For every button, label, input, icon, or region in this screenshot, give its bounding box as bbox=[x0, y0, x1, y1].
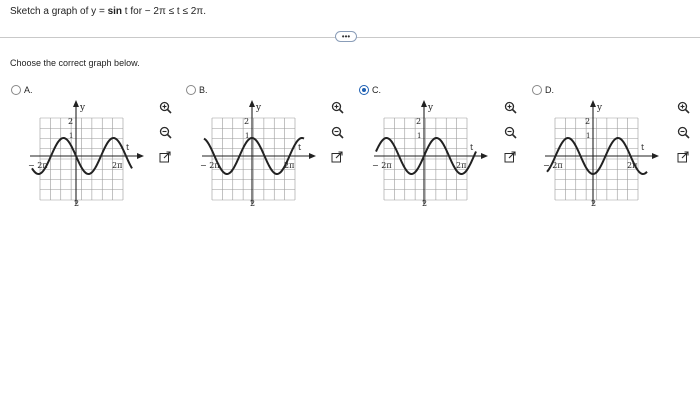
option-a[interactable]: A. bbox=[11, 85, 33, 95]
x-tick-left: − 2π bbox=[28, 161, 48, 170]
y-tick-bottom: 2 bbox=[250, 199, 255, 208]
question-text: Sketch a graph of y = sin t for − 2π ≤ t… bbox=[10, 6, 206, 17]
open-external-icon[interactable] bbox=[158, 150, 172, 164]
option-c-radio[interactable] bbox=[359, 85, 369, 95]
y-tick-top: 2 bbox=[244, 117, 249, 126]
y-tick-one: 1 bbox=[245, 132, 249, 140]
y-tick-one: 1 bbox=[586, 132, 590, 140]
x-axis-arrow bbox=[137, 153, 144, 159]
zoom-out-icon[interactable] bbox=[503, 125, 517, 139]
y-tick-bottom: 2 bbox=[422, 199, 427, 208]
y-tick-top: 2 bbox=[585, 117, 590, 126]
y-axis-arrow bbox=[590, 100, 596, 107]
y-axis-arrow bbox=[421, 100, 427, 107]
x-axis-label: t bbox=[298, 143, 302, 152]
zoom-in-icon[interactable] bbox=[503, 100, 517, 114]
y-tick-one: 1 bbox=[417, 132, 421, 140]
graph-grid bbox=[383, 117, 468, 201]
option-b-graph: y t 2 1 2 − 2π 2π bbox=[200, 100, 316, 208]
y-tick-top: 2 bbox=[416, 117, 421, 126]
y-axis-label: y bbox=[427, 103, 434, 113]
x-axis-label: t bbox=[126, 143, 130, 152]
option-a-radio[interactable] bbox=[11, 85, 21, 95]
zoom-in-icon[interactable] bbox=[158, 100, 172, 114]
option-b[interactable]: B. bbox=[186, 85, 208, 95]
option-c-letter: C. bbox=[372, 85, 381, 95]
prompt-text: Choose the correct graph below. bbox=[10, 58, 140, 68]
question-suffix: t for − 2π ≤ t ≤ 2π. bbox=[122, 6, 206, 17]
zoom-out-icon[interactable] bbox=[676, 125, 690, 139]
x-axis-arrow bbox=[309, 153, 316, 159]
zoom-in-icon[interactable] bbox=[676, 100, 690, 114]
more-button[interactable]: ••• bbox=[335, 31, 357, 42]
y-axis-arrow bbox=[73, 100, 79, 107]
zoom-in-icon[interactable] bbox=[330, 100, 344, 114]
zoom-out-icon[interactable] bbox=[158, 125, 172, 139]
y-tick-top: 2 bbox=[68, 117, 73, 126]
option-a-graph: y t 2 1 2 − 2π 2π bbox=[28, 100, 144, 208]
y-axis-label: y bbox=[255, 103, 262, 113]
question-prefix: Sketch a graph of y = bbox=[10, 6, 108, 17]
zoom-out-icon[interactable] bbox=[330, 125, 344, 139]
option-b-letter: B. bbox=[199, 85, 208, 95]
y-tick-bottom: 2 bbox=[591, 199, 596, 208]
x-axis-label: t bbox=[470, 143, 474, 152]
graph-grid bbox=[211, 117, 296, 201]
option-a-tools bbox=[158, 100, 172, 175]
graph-grid bbox=[39, 117, 124, 201]
option-b-radio[interactable] bbox=[186, 85, 196, 95]
y-axis-label: y bbox=[79, 103, 86, 113]
x-tick-right: 2π bbox=[284, 161, 294, 170]
question-function: sin bbox=[107, 6, 123, 17]
option-d-tools bbox=[676, 100, 690, 175]
x-tick-left: − 2π bbox=[200, 161, 220, 170]
x-tick-right: 2π bbox=[112, 161, 122, 170]
x-tick-left: − 2π bbox=[372, 161, 392, 170]
option-a-letter: A. bbox=[24, 85, 33, 95]
y-tick-bottom: 2 bbox=[74, 199, 79, 208]
open-external-icon[interactable] bbox=[330, 150, 344, 164]
option-d-letter: D. bbox=[545, 85, 554, 95]
option-c-graph: y t 2 1 2 − 2π 2π bbox=[372, 100, 488, 208]
option-d[interactable]: D. bbox=[532, 85, 554, 95]
x-tick-right: 2π bbox=[456, 161, 466, 170]
y-tick-one: 1 bbox=[69, 132, 73, 140]
y-axis-arrow bbox=[249, 100, 255, 107]
open-external-icon[interactable] bbox=[503, 150, 517, 164]
option-c[interactable]: C. bbox=[359, 85, 381, 95]
option-c-tools bbox=[503, 100, 517, 175]
open-external-icon[interactable] bbox=[676, 150, 690, 164]
x-axis-label: t bbox=[641, 143, 645, 152]
x-axis-arrow bbox=[652, 153, 659, 159]
option-d-radio[interactable] bbox=[532, 85, 542, 95]
option-d-graph: y t 2 1 2 − 2π 2π bbox=[543, 100, 659, 208]
graph-grid bbox=[554, 117, 639, 201]
option-b-tools bbox=[330, 100, 344, 175]
x-tick-right: 2π bbox=[627, 161, 637, 170]
x-tick-left: − 2π bbox=[543, 161, 563, 170]
x-axis-arrow bbox=[481, 153, 488, 159]
y-axis-label: y bbox=[596, 103, 603, 113]
